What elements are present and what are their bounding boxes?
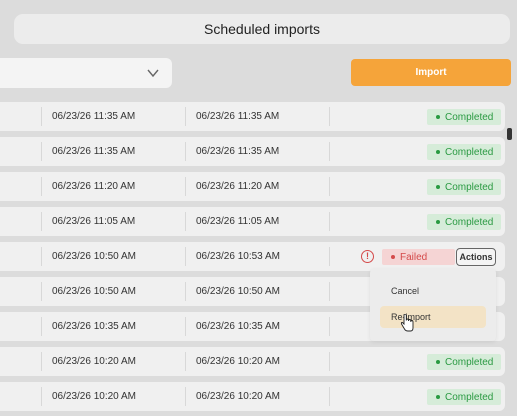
column-divider bbox=[185, 212, 186, 231]
column-divider bbox=[329, 247, 330, 266]
status-badge: Completed bbox=[427, 144, 502, 160]
updated-cell: 06/23/26 10:35 AM bbox=[196, 321, 280, 332]
status-dot-icon bbox=[436, 220, 440, 224]
status-label: Completed bbox=[445, 391, 494, 403]
created-cell: 06/23/26 11:20 AM bbox=[52, 181, 136, 192]
status-badge: Completed bbox=[427, 179, 502, 195]
menu-item-cancel[interactable]: Cancel bbox=[380, 280, 486, 302]
table-row: 06/23/26 11:20 AM 06/23/26 11:20 AM Comp… bbox=[0, 172, 505, 201]
column-divider bbox=[329, 107, 330, 126]
column-divider bbox=[41, 142, 42, 161]
created-cell: 06/23/26 11:35 AM bbox=[52, 111, 136, 122]
status-dot-icon bbox=[436, 150, 440, 154]
filter-select[interactable] bbox=[0, 58, 172, 88]
status-label: Completed bbox=[445, 356, 494, 368]
created-cell: 06/23/26 11:05 AM bbox=[52, 216, 136, 227]
updated-cell: 06/23/26 10:50 AM bbox=[196, 286, 280, 297]
status-dot-icon bbox=[436, 395, 440, 399]
status-badge: Completed bbox=[427, 389, 502, 405]
table-row: 06/23/26 10:20 AM 06/23/26 10:20 AM Comp… bbox=[0, 347, 505, 376]
actions-button[interactable]: Actions bbox=[456, 248, 496, 266]
updated-cell: 06/23/26 10:20 AM bbox=[196, 391, 280, 402]
created-cell: 06/23/26 10:50 AM bbox=[52, 286, 136, 297]
column-divider bbox=[185, 387, 186, 406]
updated-cell: 06/23/26 11:35 AM bbox=[196, 146, 280, 157]
actions-menu: Cancel Re-import bbox=[370, 269, 496, 341]
column-divider bbox=[185, 317, 186, 336]
updated-cell: 06/23/26 11:05 AM bbox=[196, 216, 280, 227]
warning-icon[interactable]: ! bbox=[361, 250, 374, 263]
created-cell: 06/23/26 10:20 AM bbox=[52, 391, 136, 402]
status-label: Failed bbox=[400, 251, 428, 263]
table-row: 06/23/26 11:35 AM 06/23/26 11:35 AM Comp… bbox=[0, 137, 505, 166]
column-divider bbox=[41, 247, 42, 266]
hand-cursor-icon bbox=[400, 314, 414, 332]
column-divider bbox=[329, 352, 330, 371]
created-cell: 06/23/26 10:35 AM bbox=[52, 321, 136, 332]
menu-item-reimport[interactable]: Re-import bbox=[380, 306, 486, 328]
column-divider bbox=[329, 317, 330, 336]
updated-cell: 06/23/26 11:20 AM bbox=[196, 181, 280, 192]
updated-cell: 06/23/26 11:35 AM bbox=[196, 111, 280, 122]
status-badge: Completed bbox=[427, 214, 502, 230]
status-label: Completed bbox=[445, 216, 494, 228]
column-divider bbox=[185, 177, 186, 196]
status-badge: Completed bbox=[427, 109, 502, 125]
column-divider bbox=[329, 387, 330, 406]
column-divider bbox=[41, 317, 42, 336]
updated-cell: 06/23/26 10:20 AM bbox=[196, 356, 280, 367]
status-dot-icon bbox=[436, 115, 440, 119]
created-cell: 06/23/26 11:35 AM bbox=[52, 146, 136, 157]
column-divider bbox=[185, 247, 186, 266]
status-badge: Completed bbox=[427, 354, 502, 370]
column-divider bbox=[41, 177, 42, 196]
page-title: Scheduled imports bbox=[14, 14, 510, 44]
column-divider bbox=[329, 142, 330, 161]
status-dot-icon bbox=[436, 360, 440, 364]
column-divider bbox=[41, 212, 42, 231]
table-row: 06/23/26 10:50 AM 06/23/26 10:53 AM ! Fa… bbox=[0, 242, 505, 271]
created-cell: 06/23/26 10:50 AM bbox=[52, 251, 136, 262]
column-divider bbox=[329, 177, 330, 196]
import-button[interactable]: Import bbox=[351, 59, 511, 86]
column-divider bbox=[185, 352, 186, 371]
status-label: Completed bbox=[445, 146, 494, 158]
updated-cell: 06/23/26 10:53 AM bbox=[196, 251, 280, 262]
column-divider bbox=[41, 107, 42, 126]
column-divider bbox=[41, 387, 42, 406]
column-divider bbox=[41, 352, 42, 371]
column-divider bbox=[329, 212, 330, 231]
status-label: Completed bbox=[445, 181, 494, 193]
status-badge: Failed bbox=[382, 249, 456, 265]
chevron-down-icon bbox=[147, 69, 159, 78]
table-row: 06/23/26 11:05 AM 06/23/26 11:05 AM Comp… bbox=[0, 207, 505, 236]
status-dot-icon bbox=[391, 255, 395, 259]
table-row: 06/23/26 10:20 AM 06/23/26 10:20 AM Comp… bbox=[0, 382, 505, 411]
scrollbar-thumb[interactable] bbox=[507, 128, 512, 140]
status-dot-icon bbox=[436, 185, 440, 189]
created-cell: 06/23/26 10:20 AM bbox=[52, 356, 136, 367]
table-row: 06/23/26 11:35 AM 06/23/26 11:35 AM Comp… bbox=[0, 102, 505, 131]
column-divider bbox=[185, 107, 186, 126]
column-divider bbox=[329, 282, 330, 301]
status-label: Completed bbox=[445, 111, 494, 123]
column-divider bbox=[41, 282, 42, 301]
column-divider bbox=[185, 282, 186, 301]
column-divider bbox=[185, 142, 186, 161]
